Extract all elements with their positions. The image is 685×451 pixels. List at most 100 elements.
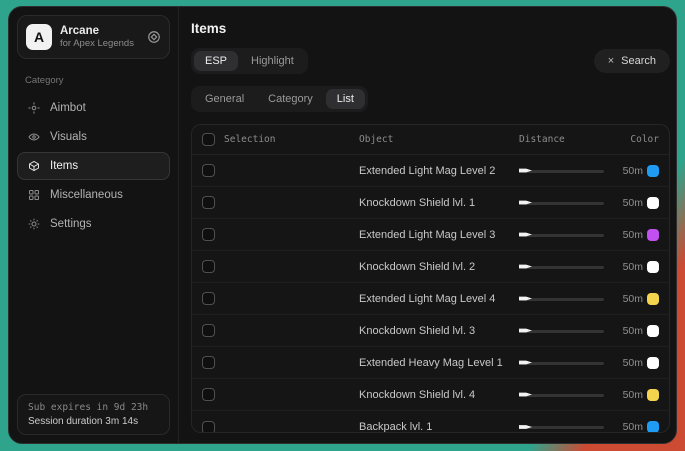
app-logo: A xyxy=(26,24,52,50)
slider-handle[interactable] xyxy=(519,200,532,206)
color-swatch[interactable] xyxy=(647,261,659,273)
row-checkbox[interactable] xyxy=(202,324,215,337)
x-icon: × xyxy=(608,56,614,67)
slider-handle[interactable] xyxy=(519,360,532,366)
mode-tab-group: ESP Highlight xyxy=(191,48,308,74)
sidebar-item-label: Settings xyxy=(50,218,92,230)
color-swatch[interactable] xyxy=(647,197,659,209)
object-name: Knockdown Shield lvl. 1 xyxy=(359,197,519,209)
sidebar-item-settings[interactable]: Settings xyxy=(17,210,170,238)
distance-value: 50m xyxy=(604,325,647,337)
row-checkbox[interactable] xyxy=(202,421,215,434)
row-checkbox[interactable] xyxy=(202,356,215,369)
view-tab-group: General Category List xyxy=(191,86,368,112)
crosshair-icon xyxy=(28,102,40,114)
distance-value: 50m xyxy=(604,357,647,369)
app-title: Arcane xyxy=(60,25,139,37)
row-checkbox[interactable] xyxy=(202,196,215,209)
sidebar-item-label: Visuals xyxy=(50,131,87,143)
sidebar-item-label: Items xyxy=(50,160,78,172)
color-swatch[interactable] xyxy=(647,165,659,177)
table-row: Extended Light Mag Level 3 50m xyxy=(192,219,669,251)
app-header: A Arcane for Apex Legends xyxy=(17,15,170,59)
color-swatch[interactable] xyxy=(647,325,659,337)
table-row: Backpack lvl. 1 50m xyxy=(192,411,669,433)
session-duration-text: Session duration 3m 14s xyxy=(28,416,159,427)
sidebar-nav: Aimbot Visuals Items xyxy=(17,94,170,238)
slider-handle[interactable] xyxy=(519,232,532,238)
color-swatch[interactable] xyxy=(647,229,659,241)
eye-icon xyxy=(28,131,40,143)
table-row: Knockdown Shield lvl. 1 50m xyxy=(192,187,669,219)
search-button-label: Search xyxy=(621,55,656,67)
tab-general[interactable]: General xyxy=(194,89,255,109)
distance-slider[interactable] xyxy=(519,293,604,305)
column-header-color: Color xyxy=(630,134,659,145)
slider-handle[interactable] xyxy=(519,424,532,430)
view-tab-row: General Category List xyxy=(191,86,670,112)
table-row: Knockdown Shield lvl. 2 50m xyxy=(192,251,669,283)
tab-category[interactable]: Category xyxy=(257,89,324,109)
toolbar: ESP Highlight × Search xyxy=(191,48,670,74)
tab-esp[interactable]: ESP xyxy=(194,51,238,71)
slider-handle[interactable] xyxy=(519,392,532,398)
distance-value: 50m xyxy=(604,165,647,177)
column-header-distance: Distance xyxy=(519,134,604,145)
package-icon xyxy=(28,160,40,172)
distance-slider[interactable] xyxy=(519,421,604,433)
color-swatch[interactable] xyxy=(647,357,659,369)
distance-slider[interactable] xyxy=(519,325,604,337)
row-checkbox[interactable] xyxy=(202,228,215,241)
row-checkbox[interactable] xyxy=(202,164,215,177)
table-row: Extended Light Mag Level 2 50m xyxy=(192,155,669,187)
select-all-checkbox[interactable] xyxy=(202,133,215,146)
tab-list[interactable]: List xyxy=(326,89,365,109)
distance-value: 50m xyxy=(604,421,647,433)
grid-icon xyxy=(28,189,40,201)
column-header-selection: Selection xyxy=(215,134,359,145)
distance-slider[interactable] xyxy=(519,389,604,401)
compass-badge-icon[interactable] xyxy=(147,30,161,44)
slider-handle[interactable] xyxy=(519,328,532,334)
distance-slider[interactable] xyxy=(519,261,604,273)
object-name: Backpack lvl. 1 xyxy=(359,421,519,433)
sidebar-item-miscellaneous[interactable]: Miscellaneous xyxy=(17,181,170,209)
subscription-info-card: Sub expires in 9d 23h Session duration 3… xyxy=(17,394,170,435)
distance-value: 50m xyxy=(604,197,647,209)
items-table: Selection Object Distance Color Extended… xyxy=(191,124,670,433)
slider-handle[interactable] xyxy=(519,168,532,174)
table-header: Selection Object Distance Color xyxy=(192,125,669,155)
distance-value: 50m xyxy=(604,293,647,305)
sidebar-item-items[interactable]: Items xyxy=(17,152,170,180)
distance-slider[interactable] xyxy=(519,165,604,177)
distance-value: 50m xyxy=(604,389,647,401)
sub-expires-text: Sub expires in 9d 23h xyxy=(28,402,159,413)
object-name: Extended Light Mag Level 4 xyxy=(359,293,519,305)
tab-highlight[interactable]: Highlight xyxy=(240,51,305,71)
app-subtitle: for Apex Legends xyxy=(60,38,139,49)
distance-slider[interactable] xyxy=(519,357,604,369)
object-name: Knockdown Shield lvl. 4 xyxy=(359,389,519,401)
object-name: Extended Light Mag Level 3 xyxy=(359,229,519,241)
distance-slider[interactable] xyxy=(519,229,604,241)
sidebar-item-aimbot[interactable]: Aimbot xyxy=(17,94,170,122)
search-button[interactable]: × Search xyxy=(594,49,670,73)
color-swatch[interactable] xyxy=(647,389,659,401)
row-checkbox[interactable] xyxy=(202,260,215,273)
distance-value: 50m xyxy=(604,261,647,273)
object-name: Extended Light Mag Level 2 xyxy=(359,165,519,177)
object-name: Knockdown Shield lvl. 2 xyxy=(359,261,519,273)
color-swatch[interactable] xyxy=(647,293,659,305)
row-checkbox[interactable] xyxy=(202,388,215,401)
table-row: Knockdown Shield lvl. 3 50m xyxy=(192,315,669,347)
slider-handle[interactable] xyxy=(519,264,532,270)
distance-slider[interactable] xyxy=(519,197,604,209)
row-checkbox[interactable] xyxy=(202,292,215,305)
sidebar-item-label: Miscellaneous xyxy=(50,189,123,201)
distance-value: 50m xyxy=(604,229,647,241)
gear-icon xyxy=(28,218,40,230)
sidebar-item-visuals[interactable]: Visuals xyxy=(17,123,170,151)
color-swatch[interactable] xyxy=(647,421,659,433)
slider-handle[interactable] xyxy=(519,296,532,302)
main-content: Items ESP Highlight × Search General Cat… xyxy=(179,7,677,443)
